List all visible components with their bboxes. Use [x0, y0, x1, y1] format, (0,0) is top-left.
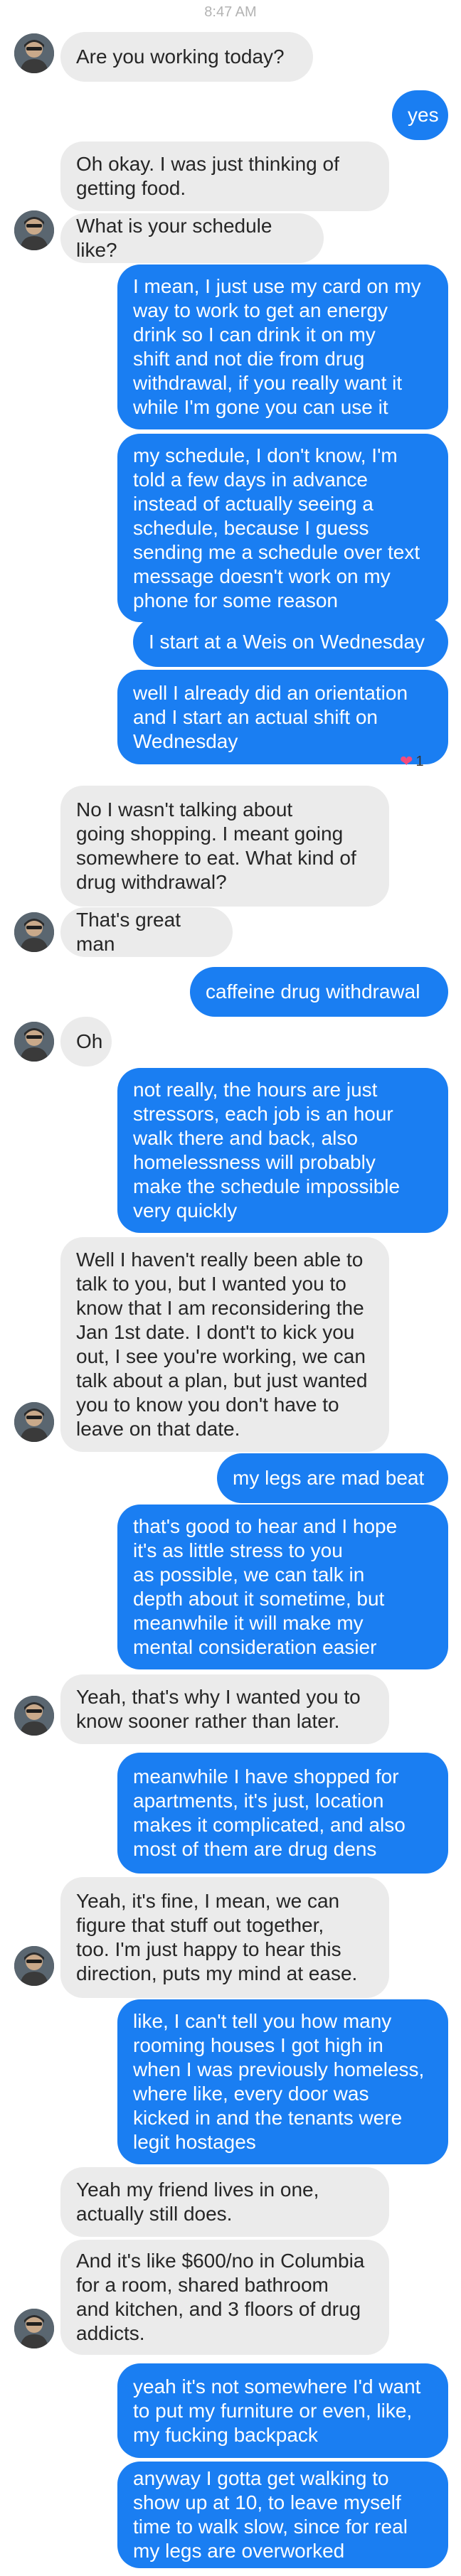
heart-icon: ❤: [400, 752, 413, 770]
avatar[interactable]: [14, 1946, 54, 1986]
incoming-message[interactable]: Well I haven't really been able to talk …: [60, 1237, 389, 1452]
outgoing-message[interactable]: caffeine drug withdrawal: [190, 967, 448, 1017]
outgoing-message[interactable]: I mean, I just use my card on my way to …: [117, 264, 448, 429]
incoming-message[interactable]: That's great man: [60, 907, 233, 957]
incoming-message[interactable]: No I wasn't talking about going shopping…: [60, 786, 389, 907]
incoming-message[interactable]: Are you working today?: [60, 32, 313, 82]
status-time: 8:47 AM: [204, 4, 257, 20]
outgoing-message[interactable]: I start at a Weis on Wednesday: [133, 617, 448, 667]
incoming-message[interactable]: Yeah, that's why I wanted you to know so…: [60, 1674, 389, 1744]
outgoing-message[interactable]: anyway I gotta get walking to show up at…: [117, 2462, 448, 2568]
avatar[interactable]: [14, 210, 54, 250]
incoming-message[interactable]: Oh: [60, 1017, 112, 1067]
incoming-message[interactable]: Oh okay. I was just thinking of getting …: [60, 141, 389, 211]
outgoing-message[interactable]: that's good to hear and I hope it's as l…: [117, 1505, 448, 1669]
outgoing-message[interactable]: well I already did an orientation and I …: [117, 670, 448, 764]
avatar[interactable]: [14, 2309, 54, 2348]
incoming-message[interactable]: And it's like $600/no in Columbia for a …: [60, 2240, 389, 2355]
outgoing-message[interactable]: like, I can't tell you how many rooming …: [117, 1999, 448, 2164]
incoming-message[interactable]: Yeah my friend lives in one, actually st…: [60, 2167, 389, 2237]
outgoing-message[interactable]: yes: [392, 90, 448, 140]
avatar[interactable]: [14, 1022, 54, 1062]
incoming-message[interactable]: Yeah, it's fine, I mean, we can figure t…: [60, 1877, 389, 1998]
outgoing-message[interactable]: meanwhile I have shopped for apartments,…: [117, 1753, 448, 1874]
avatar[interactable]: [14, 912, 54, 952]
outgoing-message[interactable]: my legs are mad beat: [217, 1453, 448, 1503]
avatar[interactable]: [14, 33, 54, 73]
outgoing-message[interactable]: my schedule, I don't know, I'm told a fe…: [117, 434, 448, 622]
outgoing-message[interactable]: yeah it's not somewhere I'd want to put …: [117, 2363, 448, 2458]
reaction-count: 1: [415, 753, 424, 769]
outgoing-message[interactable]: not really, the hours are just stressors…: [117, 1068, 448, 1233]
message-reaction[interactable]: ❤ 1: [400, 751, 424, 772]
incoming-message[interactable]: What is your schedule like?: [60, 213, 324, 263]
avatar[interactable]: [14, 1696, 54, 1736]
avatar[interactable]: [14, 1402, 54, 1442]
